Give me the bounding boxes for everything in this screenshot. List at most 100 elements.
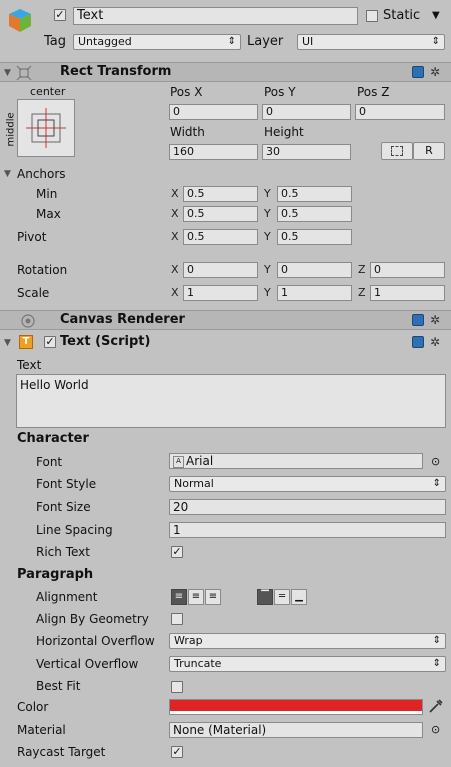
font-style-value: Normal bbox=[174, 477, 214, 490]
height-field[interactable]: 30 bbox=[262, 144, 351, 160]
raycast-target-checkbox[interactable]: ✓ bbox=[171, 746, 183, 758]
axis-y-label: Y bbox=[264, 263, 271, 276]
component-enabled-checkbox[interactable]: ✓ bbox=[44, 336, 56, 348]
gear-icon[interactable]: ✲ bbox=[430, 66, 440, 78]
collapse-triangle-icon[interactable]: ▼ bbox=[4, 337, 11, 349]
pivot-y-field[interactable]: 0.5 bbox=[277, 229, 352, 245]
vertical-overflow-dropdown[interactable]: Truncate ⇕ bbox=[169, 656, 446, 672]
axis-y-label: Y bbox=[264, 230, 271, 243]
height-label: Height bbox=[264, 125, 304, 139]
chevron-updown-icon: ⇕ bbox=[432, 635, 441, 646]
pos-z-field[interactable]: 0 bbox=[355, 104, 445, 120]
pos-y-field[interactable]: 0 bbox=[262, 104, 351, 120]
align-center-button[interactable]: ≡ bbox=[188, 589, 204, 605]
align-by-geometry-checkbox[interactable] bbox=[171, 613, 183, 625]
width-field[interactable]: 160 bbox=[169, 144, 258, 160]
font-label: Font bbox=[36, 455, 63, 469]
anchors-label[interactable]: Anchors bbox=[17, 166, 66, 182]
max-y-field[interactable]: 0.5 bbox=[277, 206, 352, 222]
material-label: Material bbox=[17, 723, 66, 737]
min-x-field[interactable]: 0.5 bbox=[183, 186, 258, 202]
pivot-x-field[interactable]: 0.5 bbox=[183, 229, 258, 245]
align-bottom-button[interactable]: ▁ bbox=[291, 589, 307, 605]
width-label: Width bbox=[170, 125, 205, 139]
line-spacing-field[interactable]: 1 bbox=[169, 522, 446, 538]
align-middle-button[interactable]: ═ bbox=[274, 589, 290, 605]
gear-icon[interactable]: ✲ bbox=[430, 314, 440, 326]
canvas-renderer-header[interactable]: Canvas Renderer ✲ bbox=[0, 310, 451, 330]
axis-z-label: Z bbox=[358, 286, 366, 299]
static-label[interactable]: Static bbox=[383, 8, 420, 24]
text-area[interactable]: Hello World bbox=[16, 374, 446, 428]
axis-x-label: X bbox=[171, 263, 179, 276]
gear-icon[interactable]: ✲ bbox=[430, 336, 440, 348]
pos-x-field[interactable]: 0 bbox=[169, 104, 258, 120]
layer-label: Layer bbox=[247, 34, 284, 49]
rect-transform-header[interactable]: ▼ Rect Transform ✲ bbox=[0, 62, 451, 82]
rot-y-field[interactable]: 0 bbox=[277, 262, 352, 278]
scale-z-field[interactable]: 1 bbox=[370, 285, 445, 301]
blueprint-mode-button[interactable] bbox=[381, 142, 413, 160]
axis-y-label: Y bbox=[264, 286, 271, 299]
raw-edit-button[interactable]: R bbox=[413, 142, 445, 160]
rotation-label: Rotation bbox=[17, 263, 68, 277]
object-picker-icon[interactable]: ⊙ bbox=[431, 722, 440, 738]
scale-y-field[interactable]: 1 bbox=[277, 285, 352, 301]
book-icon[interactable] bbox=[412, 314, 424, 326]
rich-text-checkbox[interactable]: ✓ bbox=[171, 546, 183, 558]
book-icon[interactable] bbox=[412, 336, 424, 348]
blueprint-icon bbox=[391, 146, 403, 156]
object-picker-icon[interactable]: ⊙ bbox=[431, 454, 440, 470]
pos-y-label: Pos Y bbox=[264, 85, 296, 99]
align-top-button[interactable]: ▔ bbox=[257, 589, 273, 605]
best-fit-checkbox[interactable] bbox=[171, 681, 183, 693]
rot-x-field[interactable]: 0 bbox=[183, 262, 258, 278]
font-asset-icon: A bbox=[173, 455, 184, 468]
name-field[interactable]: Text bbox=[73, 7, 358, 25]
max-x-field[interactable]: 0.5 bbox=[183, 206, 258, 222]
font-field[interactable]: A Arial bbox=[169, 453, 423, 469]
static-dropdown-arrow[interactable]: ▼ bbox=[432, 8, 440, 24]
eyedropper-icon[interactable] bbox=[428, 698, 444, 714]
anchor-preset-button[interactable] bbox=[17, 99, 75, 157]
raycast-target-label: Raycast Target bbox=[17, 745, 106, 759]
horizontal-overflow-label: Horizontal Overflow bbox=[36, 634, 155, 648]
min-y-field[interactable]: 0.5 bbox=[277, 186, 352, 202]
font-style-label: Font Style bbox=[36, 477, 97, 491]
axis-y-label: Y bbox=[264, 187, 271, 200]
scale-x-field[interactable]: 1 bbox=[183, 285, 258, 301]
anchor-preset-side-label: middle bbox=[5, 112, 17, 147]
text-label: Text bbox=[17, 358, 42, 372]
horizontal-overflow-dropdown[interactable]: Wrap ⇕ bbox=[169, 633, 446, 649]
layer-dropdown[interactable]: UI ⇕ bbox=[297, 34, 445, 50]
color-alpha-bar bbox=[170, 711, 422, 714]
align-left-button[interactable]: ≡ bbox=[171, 589, 187, 605]
font-size-field[interactable]: 20 bbox=[169, 499, 446, 515]
rect-transform-icon bbox=[16, 65, 32, 81]
axis-x-label: X bbox=[171, 230, 179, 243]
font-value: Arial bbox=[186, 454, 214, 468]
vertical-overflow-label: Vertical Overflow bbox=[36, 657, 139, 671]
color-swatch[interactable] bbox=[169, 699, 423, 715]
rot-z-field[interactable]: 0 bbox=[370, 262, 445, 278]
pos-x-label: Pos X bbox=[170, 85, 203, 99]
rich-text-label: Rich Text bbox=[36, 545, 90, 559]
collapse-triangle-icon[interactable]: ▼ bbox=[4, 67, 11, 79]
static-checkbox[interactable] bbox=[366, 10, 378, 22]
material-field[interactable]: None (Material) bbox=[169, 722, 423, 738]
book-icon[interactable] bbox=[412, 66, 424, 78]
gameobject-cube-icon bbox=[6, 6, 34, 34]
text-script-header[interactable]: ▼ T ✓ Text (Script) ✲ bbox=[0, 333, 451, 353]
font-style-dropdown[interactable]: Normal ⇕ bbox=[169, 476, 446, 492]
align-right-button[interactable]: ≡ bbox=[205, 589, 221, 605]
font-size-label: Font Size bbox=[36, 500, 91, 514]
anchors-triangle-icon[interactable]: ▼ bbox=[4, 168, 11, 180]
axis-x-label: X bbox=[171, 207, 179, 220]
active-checkbox[interactable]: ✓ bbox=[54, 9, 66, 21]
axis-x-label: X bbox=[171, 187, 179, 200]
max-label: Max bbox=[36, 207, 61, 221]
canvas-renderer-title: Canvas Renderer bbox=[60, 312, 185, 327]
tag-dropdown[interactable]: Untagged ⇕ bbox=[73, 34, 241, 50]
axis-y-label: Y bbox=[264, 207, 271, 220]
vertical-overflow-value: Truncate bbox=[174, 657, 222, 670]
